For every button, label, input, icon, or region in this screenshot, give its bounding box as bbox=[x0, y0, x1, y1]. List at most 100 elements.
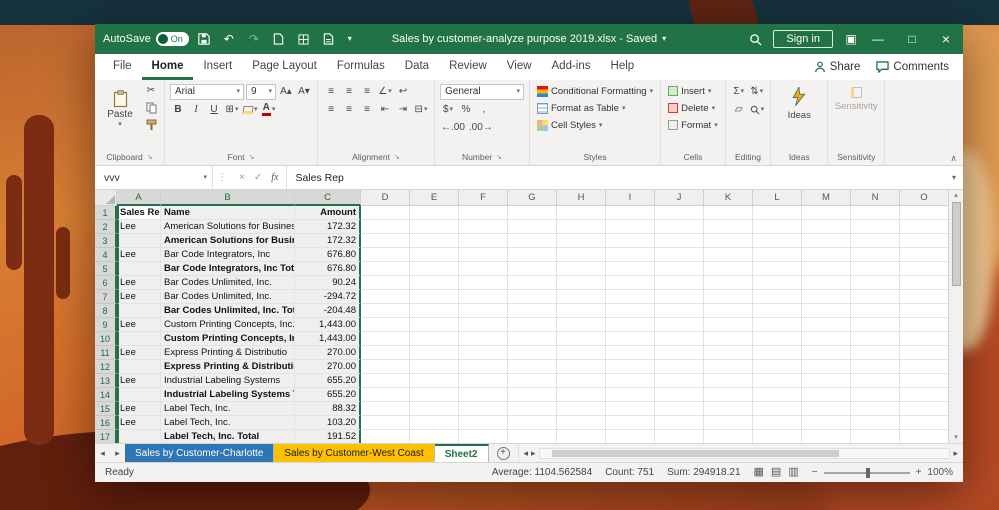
cell-J5[interactable] bbox=[655, 262, 704, 276]
close-button[interactable]: × bbox=[929, 24, 963, 54]
cell-H1[interactable] bbox=[557, 206, 606, 220]
menu-tab-help[interactable]: Help bbox=[601, 54, 645, 80]
cell-C2[interactable]: 172.32 bbox=[295, 220, 361, 234]
cell-D10[interactable] bbox=[361, 332, 410, 346]
horizontal-scroll-track[interactable] bbox=[538, 447, 951, 459]
cell-H15[interactable] bbox=[557, 402, 606, 416]
row-header-10[interactable]: 10 bbox=[95, 332, 117, 346]
cell-M14[interactable] bbox=[802, 388, 851, 402]
cell-E5[interactable] bbox=[410, 262, 459, 276]
cell-I7[interactable] bbox=[606, 290, 655, 304]
cell-F11[interactable] bbox=[459, 346, 508, 360]
cell-M13[interactable] bbox=[802, 374, 851, 388]
dialog-launcher-icon[interactable]: ↘ bbox=[496, 154, 502, 161]
row-header-13[interactable]: 13 bbox=[95, 374, 117, 388]
cell-I15[interactable] bbox=[606, 402, 655, 416]
cell-G13[interactable] bbox=[508, 374, 557, 388]
format-cells-button[interactable]: Format ▾ bbox=[666, 117, 720, 133]
cell-O3[interactable] bbox=[900, 234, 948, 248]
cell-L15[interactable] bbox=[753, 402, 802, 416]
column-header-C[interactable]: C bbox=[295, 190, 361, 206]
cell-C15[interactable]: 88.32 bbox=[295, 402, 361, 416]
ribbon-display-options-icon[interactable]: ▣ bbox=[841, 28, 861, 50]
cell-F3[interactable] bbox=[459, 234, 508, 248]
cell-I4[interactable] bbox=[606, 248, 655, 262]
cell-O17[interactable] bbox=[900, 430, 948, 443]
sensitivity-button[interactable]: Sensitivity bbox=[833, 83, 879, 112]
insert-cells-button[interactable]: Insert ▾ bbox=[666, 83, 720, 99]
cell-O7[interactable] bbox=[900, 290, 948, 304]
cell-E6[interactable] bbox=[410, 276, 459, 290]
cell-O13[interactable] bbox=[900, 374, 948, 388]
cell-O4[interactable] bbox=[900, 248, 948, 262]
cell-E16[interactable] bbox=[410, 416, 459, 430]
cell-N12[interactable] bbox=[851, 360, 900, 374]
cell-O12[interactable] bbox=[900, 360, 948, 374]
cut-button[interactable]: ✂ bbox=[143, 83, 159, 99]
cell-L8[interactable] bbox=[753, 304, 802, 318]
qat-chevron-down-icon[interactable]: ▾ bbox=[344, 28, 356, 50]
cell-F17[interactable] bbox=[459, 430, 508, 443]
cell-G15[interactable] bbox=[508, 402, 557, 416]
cell-J15[interactable] bbox=[655, 402, 704, 416]
align-top-button[interactable]: ≡ bbox=[323, 84, 339, 100]
cell-O6[interactable] bbox=[900, 276, 948, 290]
increase-decimal-button[interactable]: ←.00 bbox=[440, 120, 466, 136]
find-select-button[interactable]: ▾ bbox=[749, 102, 766, 118]
cell-C3[interactable]: 172.32 bbox=[295, 234, 361, 248]
cell-N1[interactable] bbox=[851, 206, 900, 220]
cell-F14[interactable] bbox=[459, 388, 508, 402]
cell-I10[interactable] bbox=[606, 332, 655, 346]
cell-E14[interactable] bbox=[410, 388, 459, 402]
cell-G9[interactable] bbox=[508, 318, 557, 332]
cell-N14[interactable] bbox=[851, 388, 900, 402]
horizontal-scroll-thumb[interactable] bbox=[551, 449, 839, 457]
share-button[interactable]: Share bbox=[814, 61, 860, 73]
cell-G12[interactable] bbox=[508, 360, 557, 374]
cell-E17[interactable] bbox=[410, 430, 459, 443]
cell-E4[interactable] bbox=[410, 248, 459, 262]
cell-J14[interactable] bbox=[655, 388, 704, 402]
format-painter-button[interactable] bbox=[143, 117, 159, 133]
cell-M15[interactable] bbox=[802, 402, 851, 416]
cell-A11[interactable]: Lee bbox=[117, 346, 161, 360]
align-center-button[interactable]: ≡ bbox=[341, 102, 357, 118]
delete-cells-button[interactable]: Delete ▾ bbox=[666, 100, 720, 116]
cell-I6[interactable] bbox=[606, 276, 655, 290]
cell-A13[interactable]: Lee bbox=[117, 374, 161, 388]
row-header-1[interactable]: 1 bbox=[95, 206, 117, 220]
cell-G7[interactable] bbox=[508, 290, 557, 304]
sheet-tab-sheet2[interactable]: Sheet2 bbox=[434, 444, 489, 462]
cell-H5[interactable] bbox=[557, 262, 606, 276]
cell-K15[interactable] bbox=[704, 402, 753, 416]
cell-M1[interactable] bbox=[802, 206, 851, 220]
cell-A14[interactable] bbox=[117, 388, 161, 402]
cell-D3[interactable] bbox=[361, 234, 410, 248]
cell-D1[interactable] bbox=[361, 206, 410, 220]
cell-F12[interactable] bbox=[459, 360, 508, 374]
cell-N17[interactable] bbox=[851, 430, 900, 443]
decrease-indent-button[interactable]: ⇤ bbox=[377, 102, 393, 118]
align-left-button[interactable]: ≡ bbox=[323, 102, 339, 118]
cell-A15[interactable]: Lee bbox=[117, 402, 161, 416]
sort-filter-button[interactable]: ⇅ ▾ bbox=[749, 84, 765, 100]
font-name-select[interactable]: Arial ▾ bbox=[170, 83, 244, 100]
cell-H13[interactable] bbox=[557, 374, 606, 388]
cell-C14[interactable]: 655.20 bbox=[295, 388, 361, 402]
cell-A2[interactable]: Lee bbox=[117, 220, 161, 234]
cell-K3[interactable] bbox=[704, 234, 753, 248]
cell-D13[interactable] bbox=[361, 374, 410, 388]
cell-A5[interactable] bbox=[117, 262, 161, 276]
cell-N16[interactable] bbox=[851, 416, 900, 430]
cell-I17[interactable] bbox=[606, 430, 655, 443]
open-file-icon[interactable] bbox=[319, 28, 339, 50]
cell-K17[interactable] bbox=[704, 430, 753, 443]
new-sheet-button[interactable]: + bbox=[496, 446, 510, 460]
decrease-font-size-button[interactable]: A▾ bbox=[296, 84, 312, 100]
cell-N7[interactable] bbox=[851, 290, 900, 304]
cell-L11[interactable] bbox=[753, 346, 802, 360]
cell-L17[interactable] bbox=[753, 430, 802, 443]
cell-G16[interactable] bbox=[508, 416, 557, 430]
cell-B13[interactable]: Industrial Labeling Systems bbox=[161, 374, 295, 388]
cell-C5[interactable]: 676.80 bbox=[295, 262, 361, 276]
